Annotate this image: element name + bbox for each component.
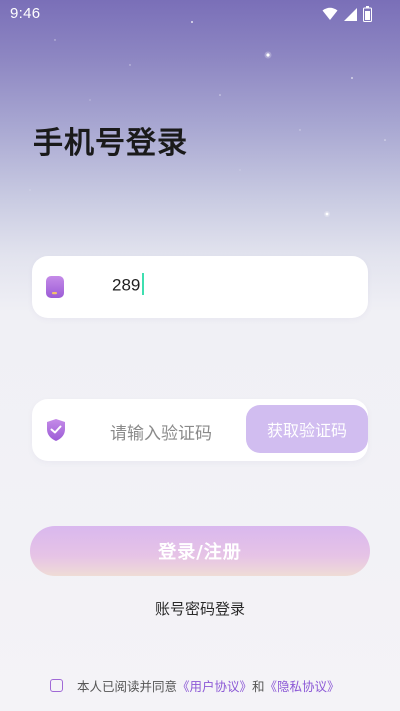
- text-cursor: [142, 273, 145, 295]
- page-title: 手机号登录: [33, 126, 188, 161]
- status-bar: 9:46: [0, 0, 400, 28]
- privacy-policy-link[interactable]: 《隐私协议》: [265, 676, 340, 695]
- phone-input[interactable]: 289: [112, 273, 145, 297]
- shield-check-icon: [47, 419, 65, 441]
- code-input-card[interactable]: 请输入验证码 获取验证码: [32, 399, 368, 461]
- user-agreement-link[interactable]: 《用户协议》: [177, 676, 252, 695]
- signal-icon: [344, 7, 357, 21]
- agreement-row: 本人已阅读并同意 《用户协议》 和 《隐私协议》: [50, 676, 340, 695]
- login-register-button[interactable]: 登录/注册: [30, 526, 370, 576]
- agreement-conjunction: 和: [252, 679, 265, 694]
- agreement-checkbox[interactable]: [50, 679, 63, 692]
- battery-icon: [363, 6, 372, 22]
- code-input[interactable]: 请输入验证码: [110, 419, 212, 444]
- phone-input-card[interactable]: 289: [32, 256, 368, 318]
- phone-icon: [46, 276, 64, 298]
- status-time: 9:46: [10, 5, 41, 22]
- get-code-button[interactable]: 获取验证码: [246, 405, 368, 453]
- phone-input-value: 289: [112, 275, 141, 295]
- password-login-link[interactable]: 账号密码登录: [0, 598, 400, 619]
- status-icons: [322, 6, 372, 22]
- agreement-prefix: 本人已阅读并同意: [77, 679, 178, 694]
- wifi-icon: [322, 7, 338, 20]
